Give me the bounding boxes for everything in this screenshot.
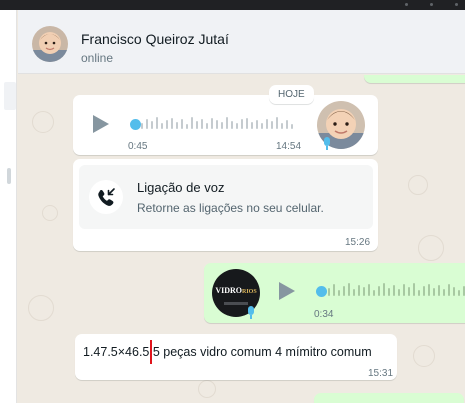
outgoing-voice-message-bubble[interactable]: VIDRORIOS 0:34 1 bbox=[204, 263, 465, 323]
message-text[interactable]: 1.47.5×46.5 5 peças vidro comum 4 mímitr… bbox=[83, 345, 372, 359]
logo-text: VIDRORIOS bbox=[215, 286, 257, 295]
logo-strip bbox=[224, 302, 248, 305]
window-dot-icon bbox=[455, 3, 458, 6]
wallpaper-doodle bbox=[413, 345, 435, 367]
call-subtitle: Retorne as ligações no seu celular. bbox=[137, 201, 324, 215]
wallpaper-doodle bbox=[408, 175, 428, 195]
contact-name[interactable]: Francisco Queiroz Jutaí bbox=[81, 31, 229, 47]
chat-list-item[interactable] bbox=[4, 82, 16, 110]
audio-waveform[interactable] bbox=[141, 112, 296, 132]
call-message-bubble[interactable]: Ligação de voz Retorne as ligações no se… bbox=[73, 159, 378, 251]
wallpaper-doodle bbox=[42, 205, 58, 221]
browser-top-strip bbox=[0, 0, 465, 10]
date-chip: HOJE bbox=[269, 85, 314, 104]
call-icon-circle bbox=[89, 180, 123, 214]
microphone-icon bbox=[323, 137, 331, 150]
voice-message-bubble[interactable]: 0:45 14:54 bbox=[73, 95, 378, 155]
message-bubble-cropped[interactable] bbox=[314, 393, 464, 403]
audio-progress-knob[interactable] bbox=[130, 119, 141, 130]
wallpaper-doodle bbox=[32, 111, 54, 133]
contact-status: online bbox=[81, 51, 114, 65]
chat-area[interactable]: 0:45 14:54 HOJE Ligação de voz Retorne a… bbox=[18, 75, 465, 403]
voice-duration: 0:45 bbox=[128, 141, 148, 152]
conversation-header[interactable]: Francisco Queiroz Jutaí online bbox=[18, 10, 465, 74]
message-bubble-cropped[interactable] bbox=[364, 75, 465, 83]
chat-list-scrollbar[interactable] bbox=[7, 168, 11, 184]
text-message-bubble[interactable]: 1.47.5×46.5 5 peças vidro comum 4 mímitr… bbox=[75, 334, 397, 380]
chat-list-pane bbox=[0, 10, 17, 403]
message-time: 14:54 bbox=[276, 141, 302, 152]
missed-call-icon bbox=[98, 188, 115, 206]
message-time: 15:31 bbox=[368, 368, 394, 379]
contact-avatar[interactable] bbox=[32, 26, 68, 62]
play-icon[interactable] bbox=[279, 282, 295, 300]
play-icon[interactable] bbox=[93, 115, 109, 133]
text-cursor-marker bbox=[150, 340, 152, 364]
wallpaper-doodle bbox=[418, 235, 444, 261]
microphone-icon bbox=[247, 306, 255, 319]
message-time: 15:26 bbox=[345, 237, 371, 248]
call-title: Ligação de voz bbox=[137, 180, 225, 195]
audio-waveform[interactable] bbox=[328, 279, 465, 299]
voice-duration: 0:34 bbox=[314, 309, 334, 320]
window-dot-icon bbox=[430, 3, 433, 6]
wallpaper-doodle bbox=[28, 295, 54, 321]
audio-progress-knob[interactable] bbox=[316, 286, 327, 297]
voice-call-card[interactable]: Ligação de voz Retorne as ligações no se… bbox=[79, 165, 373, 229]
window-dot-icon bbox=[405, 3, 408, 6]
wallpaper-doodle bbox=[198, 380, 216, 398]
